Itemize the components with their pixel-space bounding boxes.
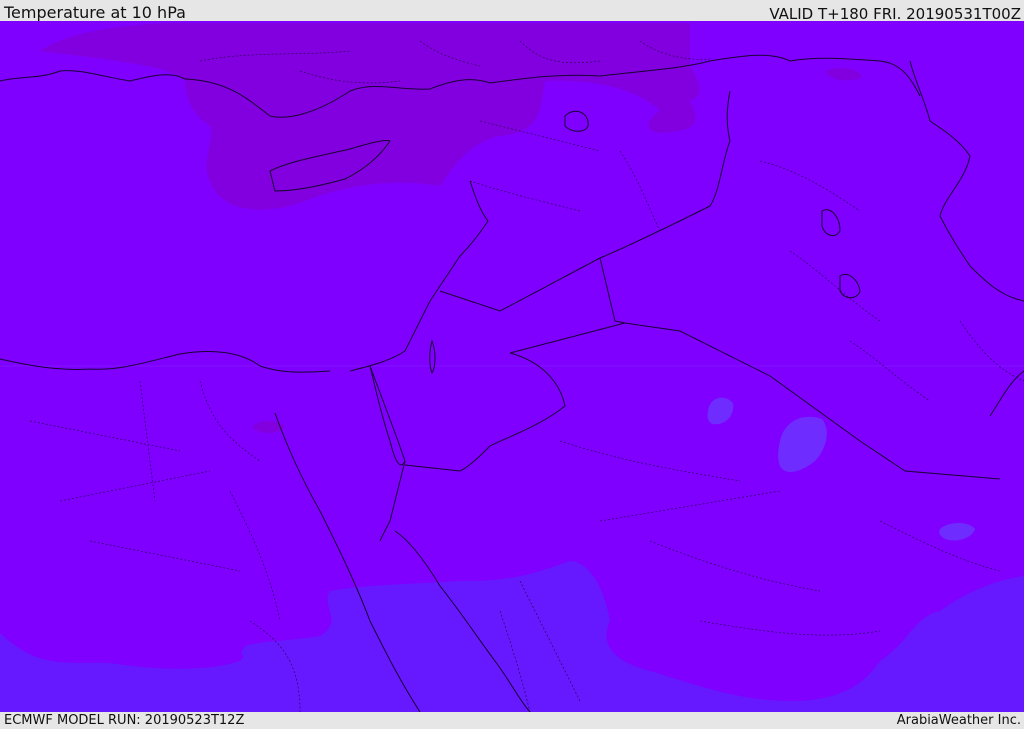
model-run-label: ECMWF MODEL RUN: 20190523T12Z [4, 713, 245, 728]
header-bar: Temperature at 10 hPa VALID T+180 FRI. 2… [0, 0, 1024, 23]
credit-label: ArabiaWeather Inc. [896, 713, 1021, 728]
temperature-map [0, 21, 1024, 712]
map-title: Temperature at 10 hPa [4, 3, 186, 22]
footer-bar: ECMWF MODEL RUN: 20190523T12Z ArabiaWeat… [0, 712, 1024, 729]
